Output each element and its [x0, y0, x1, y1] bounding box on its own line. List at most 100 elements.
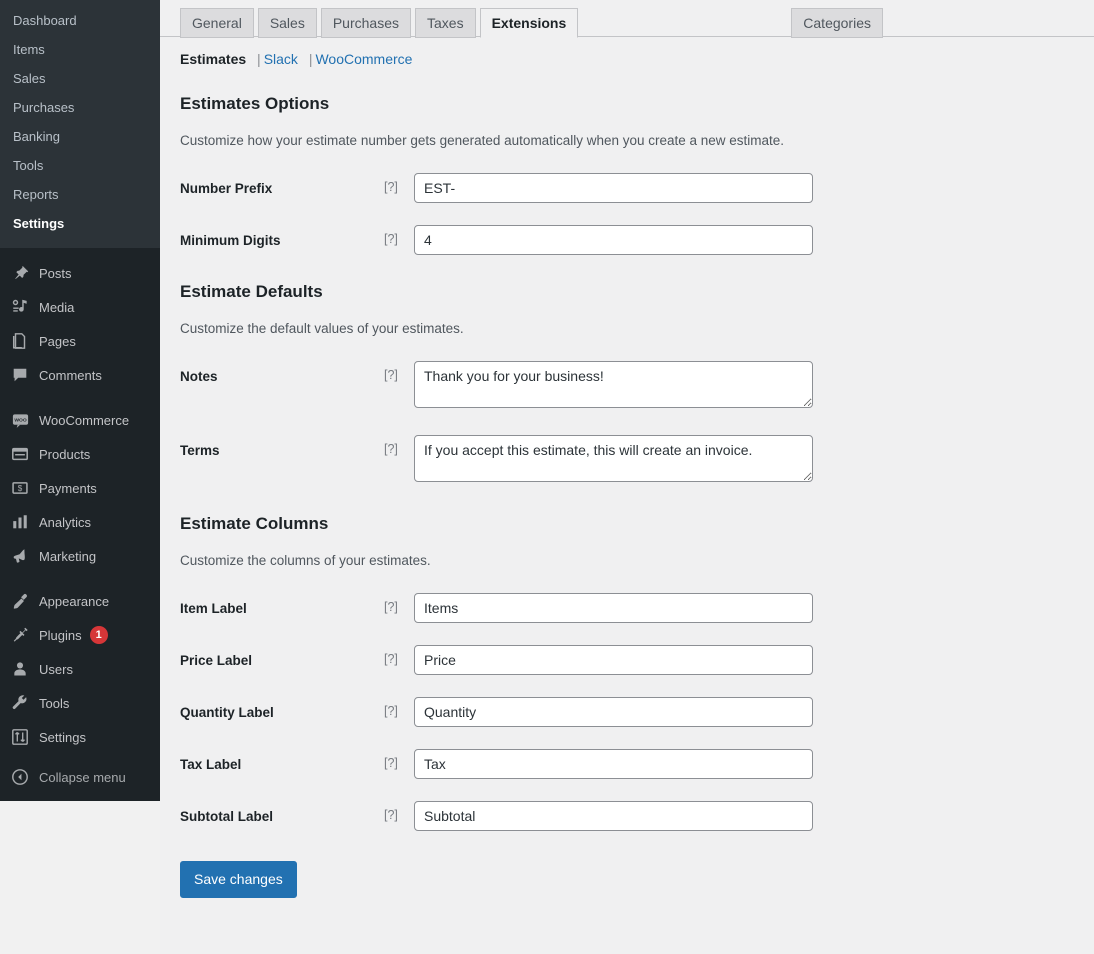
field-control	[414, 225, 813, 255]
tab-general[interactable]: General	[180, 8, 254, 38]
sidebar-item-label: Payments	[39, 481, 97, 496]
help-tooltip-icon[interactable]: [?]	[384, 435, 414, 456]
subnav-separator-2: |	[309, 51, 313, 67]
help-tooltip-icon[interactable]: [?]	[384, 173, 414, 194]
field-label-number-prefix: Number Prefix	[180, 173, 384, 198]
extensions-subnav: Estimates |Slack |WooCommerce	[160, 37, 1094, 67]
sidebar-item-label: Comments	[39, 368, 102, 383]
input-minimum-digits[interactable]	[414, 225, 813, 255]
user-icon	[10, 659, 30, 679]
sidebar-item-marketing[interactable]: Marketing	[0, 539, 160, 573]
field-control	[414, 801, 813, 831]
collapse-icon	[10, 767, 30, 787]
sidebar-item-plugins[interactable]: Plugins 1	[0, 618, 160, 652]
sidebar-item-comments[interactable]: Comments	[0, 358, 160, 392]
field-row: Notes[?]	[180, 361, 1094, 413]
sidebar-submenu-item-purchases[interactable]: Purchases	[0, 93, 160, 122]
sidebar-item-settings[interactable]: Settings	[0, 720, 160, 754]
sidebar-item-label: Settings	[39, 730, 86, 745]
sidebar-submenu-item-tools[interactable]: Tools	[0, 151, 160, 180]
sidebar-submenu-item-sales[interactable]: Sales	[0, 64, 160, 93]
sidebar-item-tools[interactable]: Tools	[0, 686, 160, 720]
sidebar-item-users[interactable]: Users	[0, 652, 160, 686]
sidebar-collapse-menu[interactable]: Collapse menu	[0, 760, 160, 794]
help-tooltip-icon[interactable]: [?]	[384, 645, 414, 666]
field-label-terms: Terms	[180, 435, 384, 460]
sidebar-item-label: Appearance	[39, 594, 109, 609]
admin-sidebar: DashboardItemsSalesPurchasesBankingTools…	[0, 0, 160, 801]
input-quantity-label[interactable]	[414, 697, 813, 727]
input-price-label[interactable]	[414, 645, 813, 675]
section-title: Estimate Defaults	[180, 281, 1094, 303]
sidebar-item-appearance[interactable]: Appearance	[0, 584, 160, 618]
svg-text:$: $	[18, 484, 23, 493]
settings-tabbar: GeneralSalesPurchasesTaxesExtensions Cate…	[160, 0, 1094, 37]
sidebar-item-posts[interactable]: Posts	[0, 256, 160, 290]
input-subtotal-label[interactable]	[414, 801, 813, 831]
tab-taxes[interactable]: Taxes	[415, 8, 476, 38]
sidebar-item-woocommerce[interactable]: WOOWooCommerce	[0, 403, 160, 437]
sidebar-item-products[interactable]: Products	[0, 437, 160, 471]
input-number-prefix[interactable]	[414, 173, 813, 203]
subnav-link-woocommerce[interactable]: WooCommerce	[315, 51, 412, 67]
help-tooltip-icon[interactable]: [?]	[384, 749, 414, 770]
sidebar-item-label: Marketing	[39, 549, 96, 564]
input-notes[interactable]	[414, 361, 813, 408]
input-tax-label[interactable]	[414, 749, 813, 779]
sidebar-submenu-item-settings[interactable]: Settings	[0, 209, 160, 238]
tab-categories[interactable]: Categories	[791, 8, 883, 38]
tab-extensions[interactable]: Extensions	[480, 8, 579, 38]
subnav-separator-1: |	[257, 51, 261, 67]
help-tooltip-icon[interactable]: [?]	[384, 593, 414, 614]
sidebar-item-label: Plugins	[39, 628, 82, 643]
sidebar-submenu-item-reports[interactable]: Reports	[0, 180, 160, 209]
plug-icon	[10, 625, 30, 645]
input-item-label[interactable]	[414, 593, 813, 623]
input-terms[interactable]	[414, 435, 813, 482]
sidebar-item-badge: 1	[90, 626, 108, 644]
sidebar-submenu-item-items[interactable]: Items	[0, 35, 160, 64]
submit-row: Save changes	[180, 861, 1094, 926]
media-icon	[10, 297, 30, 317]
save-changes-button[interactable]: Save changes	[180, 861, 297, 898]
subnav-link-slack[interactable]: Slack	[264, 51, 298, 67]
help-tooltip-icon[interactable]: [?]	[384, 697, 414, 718]
field-row: Item Label[?]	[180, 593, 1094, 623]
field-row: Subtotal Label[?]	[180, 801, 1094, 831]
field-control	[414, 697, 813, 727]
sidebar-submenu-item-dashboard[interactable]: Dashboard	[0, 6, 160, 35]
sidebar-submenu-item-banking[interactable]: Banking	[0, 122, 160, 151]
section-description: Customize how your estimate number gets …	[180, 132, 1094, 151]
tab-sales[interactable]: Sales	[258, 8, 317, 38]
field-control	[414, 173, 813, 203]
pages-icon	[10, 331, 30, 351]
wp-admin-menu: Posts Media Pages Comments WOOWooCommercePro…	[0, 248, 160, 794]
sidebar-menu-divider	[0, 392, 160, 403]
field-control	[414, 593, 813, 623]
sidebar-item-pages[interactable]: Pages	[0, 324, 160, 358]
help-tooltip-icon[interactable]: [?]	[384, 361, 414, 382]
field-row: Terms[?]	[180, 435, 1094, 487]
admin-screen: DashboardItemsSalesPurchasesBankingTools…	[0, 0, 1094, 954]
field-label-item-label: Item Label	[180, 593, 384, 618]
field-row: Price Label[?]	[180, 645, 1094, 675]
analytics-icon	[10, 512, 30, 532]
help-tooltip-icon[interactable]: [?]	[384, 801, 414, 822]
field-label-tax-label: Tax Label	[180, 749, 384, 774]
paintbrush-icon	[10, 591, 30, 611]
help-tooltip-icon[interactable]: [?]	[384, 225, 414, 246]
sidebar-item-label: Media	[39, 300, 74, 315]
sidebar-item-label: Users	[39, 662, 73, 677]
field-row: Tax Label[?]	[180, 749, 1094, 779]
settings-sections: Estimates OptionsCustomize how your esti…	[160, 93, 1094, 926]
sidebar-item-payments[interactable]: $ Payments	[0, 471, 160, 505]
tab-purchases[interactable]: Purchases	[321, 8, 411, 38]
settings-content: GeneralSalesPurchasesTaxesExtensions Cate…	[160, 0, 1094, 954]
sidebar-item-media[interactable]: Media	[0, 290, 160, 324]
sidebar-collapse-label: Collapse menu	[39, 770, 126, 785]
subnav-item-estimates[interactable]: Estimates	[180, 51, 246, 67]
sliders-icon	[10, 727, 30, 747]
comment-icon	[10, 365, 30, 385]
sidebar-item-analytics[interactable]: Analytics	[0, 505, 160, 539]
field-control	[414, 435, 813, 487]
